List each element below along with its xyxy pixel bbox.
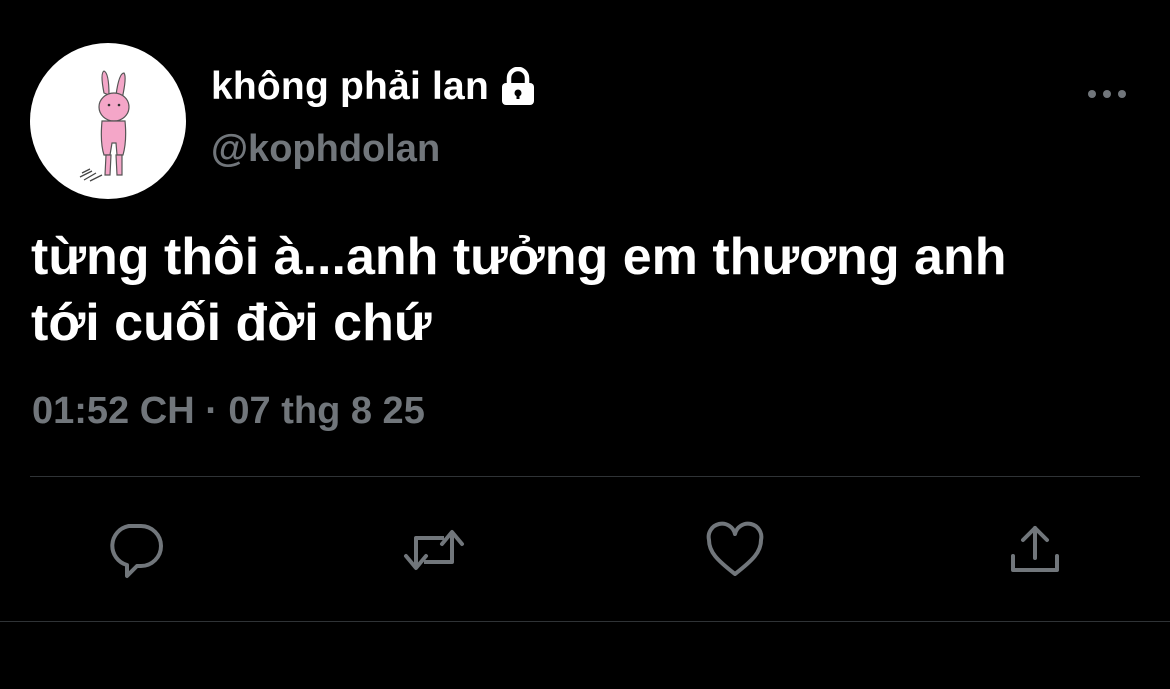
- user-handle[interactable]: @kophdolan: [211, 128, 440, 171]
- timestamp[interactable]: 01:52 CH · 07 thg 8 25: [32, 390, 425, 433]
- reply-icon: [110, 524, 163, 578]
- divider-bottom: [0, 621, 1170, 622]
- more-options-icon[interactable]: [1085, 82, 1129, 106]
- retweet-button[interactable]: [402, 518, 466, 582]
- like-button[interactable]: [703, 518, 767, 582]
- share-button[interactable]: [1003, 518, 1067, 582]
- reply-button[interactable]: [103, 518, 167, 582]
- avatar[interactable]: [30, 43, 186, 199]
- lock-icon: [499, 66, 537, 107]
- tweet-text-line: từng thôi à...anh tưởng em thương anh: [31, 228, 1007, 286]
- tweet-detail: không phải lan @kophdolan từng thôi à...…: [0, 0, 1170, 689]
- divider: [30, 476, 1140, 477]
- display-name-row: không phải lan: [211, 62, 537, 112]
- retweet-icon: [404, 530, 464, 570]
- pink-bunny-avatar-icon: [79, 70, 130, 182]
- tweet-text: từng thôi à...anh tưởng em thương anh tớ…: [31, 224, 1151, 356]
- display-name[interactable]: không phải lan: [211, 65, 489, 109]
- tweet-text-line: tới cuối đời chứ: [31, 294, 432, 352]
- heart-icon: [706, 521, 764, 576]
- share-icon: [1011, 526, 1059, 572]
